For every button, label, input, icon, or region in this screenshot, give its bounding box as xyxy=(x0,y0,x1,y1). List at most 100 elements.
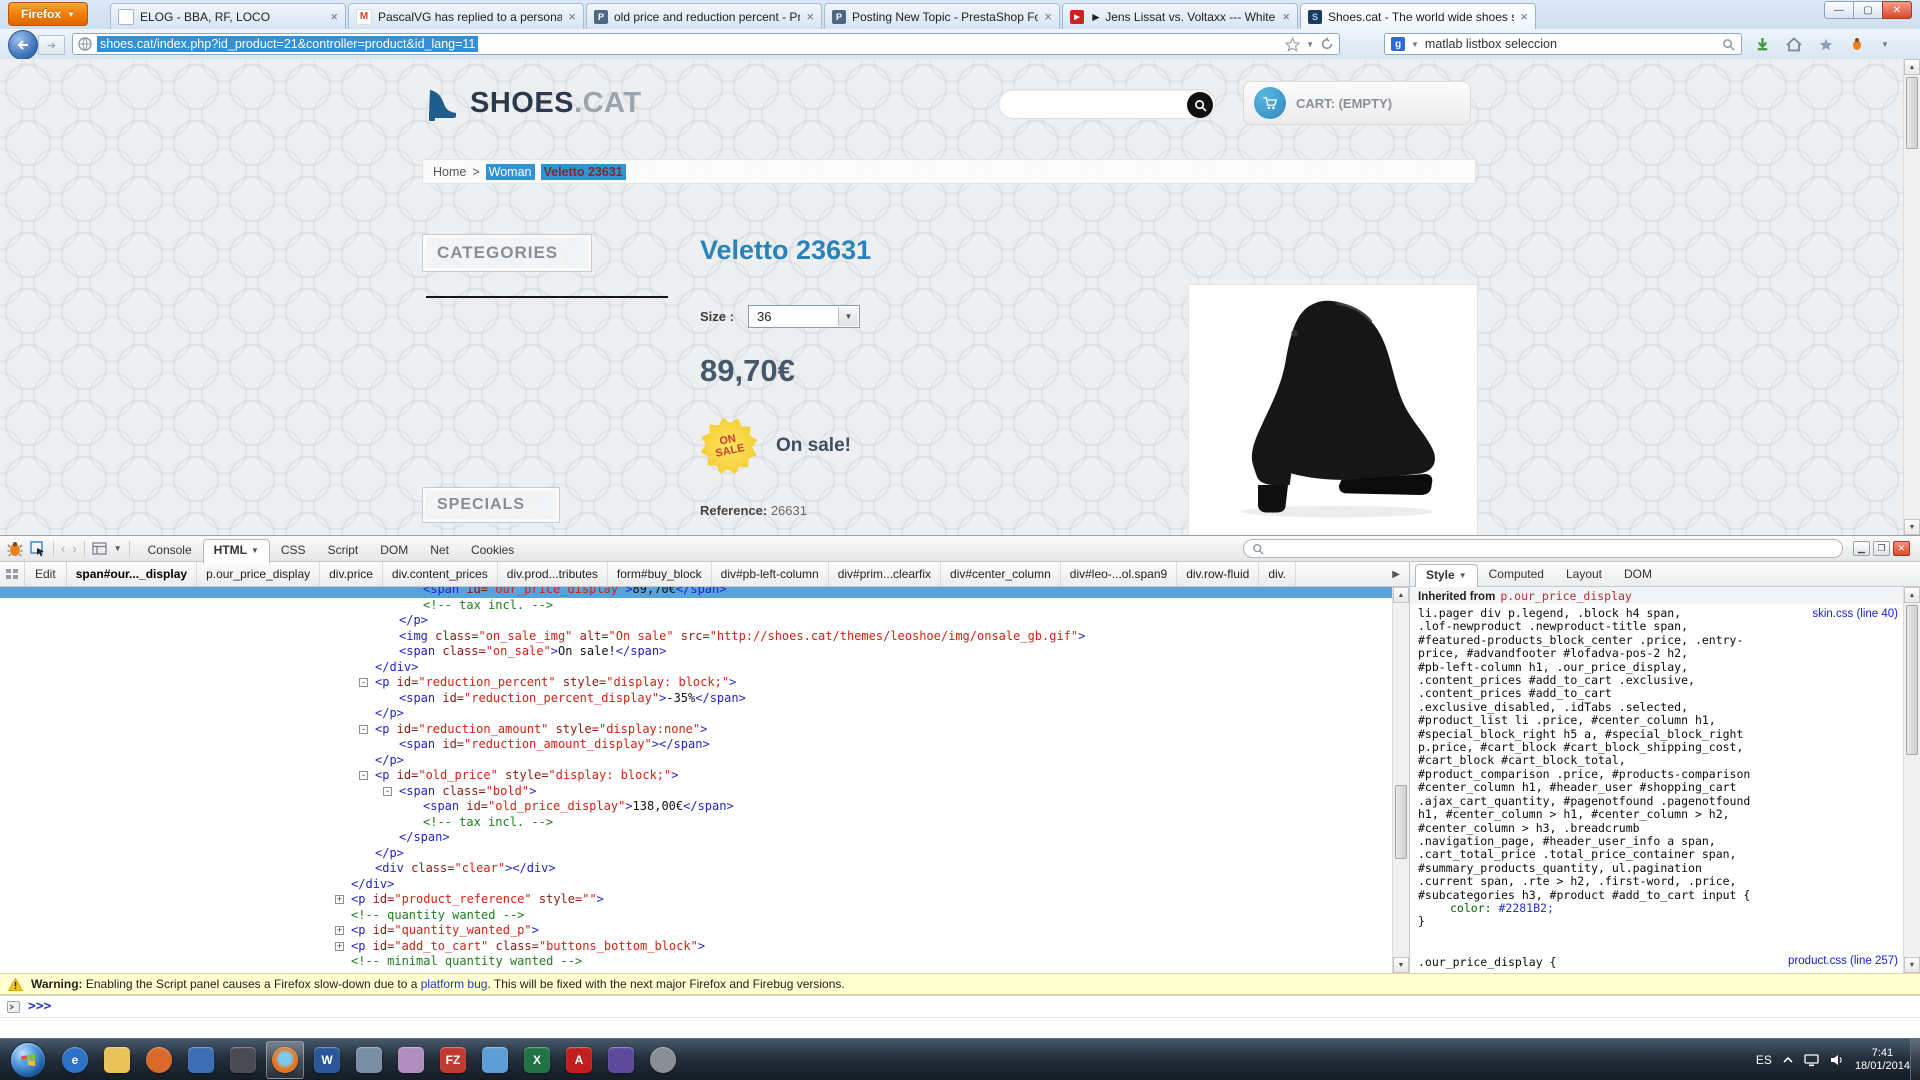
firebug-tab-net[interactable]: Net xyxy=(419,539,460,561)
taskbar-app-word[interactable]: W xyxy=(308,1041,346,1079)
history-forward-icon[interactable]: › xyxy=(72,541,76,556)
html-tree-line[interactable]: </div> xyxy=(0,660,1392,676)
firebug-tab-html[interactable]: HTML ▼ xyxy=(202,539,270,563)
html-tree-line[interactable]: <img class="on_sale_img" alt="On sale" s… xyxy=(0,629,1392,645)
style-panel-tab-style[interactable]: Style ▼ xyxy=(1415,564,1478,588)
tab-close-icon[interactable]: × xyxy=(1520,10,1528,23)
start-button[interactable] xyxy=(10,1042,46,1078)
bookmark-star-icon[interactable] xyxy=(1285,36,1301,52)
taskbar-app-paint[interactable] xyxy=(392,1041,430,1079)
dom-path-item[interactable]: form#buy_block xyxy=(608,562,712,586)
site-logo[interactable]: SHOES.CAT xyxy=(422,83,642,123)
taskbar-app-gimp[interactable] xyxy=(644,1041,682,1079)
css-file-link[interactable]: skin.css (line 40) xyxy=(1812,608,1898,620)
firebug-detach-button[interactable]: ❐ xyxy=(1873,541,1890,556)
dom-path-item[interactable]: div#center_column xyxy=(941,562,1061,586)
show-desktop-button[interactable] xyxy=(1910,1039,1920,1080)
firebug-tab-console[interactable]: Console xyxy=(137,539,203,561)
platform-bug-link[interactable]: platform bug xyxy=(421,977,488,991)
search-engine-icon[interactable] xyxy=(1391,37,1405,51)
next-css-rule[interactable]: .our_price_display { xyxy=(1418,955,1556,969)
html-tree-line[interactable]: - <span class="bold"> xyxy=(0,784,1392,800)
scroll-down-icon[interactable]: ▼ xyxy=(1904,519,1920,535)
dom-path-item[interactable]: div#prim...clearfix xyxy=(829,562,942,586)
dom-path-item[interactable]: div. xyxy=(1259,562,1297,586)
panel-list-icon[interactable] xyxy=(92,542,107,555)
browser-tab[interactable]: Posting New Topic - PrestaShop Foru... × xyxy=(824,3,1060,29)
url-text-selected[interactable]: shoes.cat/index.php?id_product=21&contro… xyxy=(97,36,479,52)
browser-tab[interactable]: Shoes.cat - The world wide shoes store × xyxy=(1300,3,1536,29)
taskbar-app-windows-explorer[interactable] xyxy=(98,1041,136,1079)
bookmarks-menu-button[interactable] xyxy=(1816,34,1836,54)
html-tree-line[interactable]: </p> xyxy=(0,846,1392,862)
chevron-down-icon[interactable]: ▼ xyxy=(114,544,122,553)
firebug-tab-dom[interactable]: DOM xyxy=(369,539,419,561)
dom-path-item[interactable]: div.row-fluid xyxy=(1177,562,1260,586)
html-tree-line[interactable]: + <p id="add_to_cart" class="buttons_bott… xyxy=(0,939,1392,955)
url-dropdown-icon[interactable]: ▼ xyxy=(1306,40,1314,49)
breadcrumb-home[interactable]: Home xyxy=(433,165,466,179)
html-tree-line[interactable]: <!-- tax incl. --> xyxy=(0,815,1392,831)
network-monitor-icon[interactable] xyxy=(1804,1053,1819,1067)
minimize-button[interactable]: — xyxy=(1824,1,1854,19)
history-back-icon[interactable]: ‹ xyxy=(61,541,65,556)
volume-icon[interactable] xyxy=(1830,1054,1844,1066)
browser-tab[interactable]: PascalVG has replied to a personal co...… xyxy=(348,3,584,29)
back-button[interactable] xyxy=(8,30,38,60)
search-icon[interactable] xyxy=(1722,38,1735,51)
dom-path-item[interactable]: div#leo-...ol.span9 xyxy=(1061,562,1178,586)
style-panel-scrollbar[interactable]: ▲ ▼ xyxy=(1903,587,1920,973)
expand-icon[interactable]: + xyxy=(335,926,344,935)
edit-button[interactable]: Edit xyxy=(24,562,67,586)
firebug-search-input[interactable] xyxy=(1270,540,1834,557)
search-query-text[interactable]: matlab listbox seleccion xyxy=(1425,37,1557,51)
browser-tab[interactable]: old price and reduction percent - Pre...… xyxy=(586,3,822,29)
collapse-icon[interactable]: - xyxy=(359,678,368,687)
html-tree-scrollbar[interactable]: ▲ ▼ xyxy=(1392,587,1409,973)
maximize-button[interactable]: ▢ xyxy=(1853,1,1883,19)
taskbar-app-app-blue[interactable] xyxy=(182,1041,220,1079)
html-tree-line[interactable]: <!-- tax incl. --> xyxy=(0,598,1392,614)
expand-icon[interactable]: + xyxy=(335,895,344,904)
html-tree-line[interactable]: <div class="clear"></div> xyxy=(0,861,1392,877)
dom-path-item[interactable]: div.prod...tributes xyxy=(498,562,608,586)
scroll-down-icon[interactable]: ▼ xyxy=(1904,957,1920,973)
html-tree-line[interactable]: - <p id="reduction_amount" style="display… xyxy=(0,722,1392,738)
forward-button[interactable]: ➜ xyxy=(38,35,65,55)
firebug-minimize-button[interactable]: ▁ xyxy=(1853,541,1870,556)
style-panel-tab-computed[interactable]: Computed xyxy=(1478,563,1555,585)
scroll-up-icon[interactable]: ▲ xyxy=(1904,587,1920,603)
taskbar-app-app-dark[interactable] xyxy=(224,1041,262,1079)
html-tree-line[interactable]: </p> xyxy=(0,753,1392,769)
tab-close-icon[interactable]: × xyxy=(568,10,576,23)
html-tree-line[interactable]: </p> xyxy=(0,706,1392,722)
html-tree-line[interactable]: - <p id="reduction_percent" style="displa… xyxy=(0,675,1392,691)
style-scrollbar-thumb[interactable] xyxy=(1906,605,1918,755)
css-property-name[interactable]: color: xyxy=(1450,901,1492,915)
taskbar-app-notepad[interactable] xyxy=(476,1041,514,1079)
tray-expand-icon[interactable] xyxy=(1783,1056,1793,1064)
firefox-menu-button[interactable]: Firefox ▼ xyxy=(8,2,88,26)
html-tree-line[interactable]: <span id="our_price_display">89,70€</spa… xyxy=(0,587,1392,598)
css-file-link-2[interactable]: product.css (line 257) xyxy=(1788,955,1898,967)
options-grid-icon[interactable] xyxy=(5,568,19,580)
dom-path-item[interactable]: span#our..._display xyxy=(67,562,198,586)
firebug-close-button[interactable]: ✕ xyxy=(1893,541,1910,556)
select-dropdown-icon[interactable]: ▼ xyxy=(837,307,858,326)
css-property-value[interactable]: #2281B2; xyxy=(1498,901,1553,915)
taskbar-app-photo-viewer[interactable] xyxy=(350,1041,388,1079)
html-tree-line[interactable]: <span id="reduction_percent_display">-35… xyxy=(0,691,1392,707)
scroll-up-icon[interactable]: ▲ xyxy=(1393,587,1409,603)
html-tree-line[interactable]: + <p id="quantity_wanted_p"> xyxy=(0,923,1392,939)
product-image[interactable] xyxy=(1188,284,1478,535)
html-tree-line[interactable]: + <p id="product_reference" style=""> xyxy=(0,892,1392,908)
firebug-search-box[interactable] xyxy=(1243,539,1843,558)
site-search-input[interactable] xyxy=(998,89,1216,119)
tab-close-icon[interactable]: × xyxy=(1044,10,1052,23)
url-bar[interactable]: shoes.cat/index.php?id_product=21&contro… xyxy=(72,33,1340,55)
inspect-element-icon[interactable] xyxy=(30,540,46,557)
css-rule-selectors[interactable]: li.pager div p.legend, .block h4 span, .… xyxy=(1410,604,1920,902)
collapse-icon[interactable]: - xyxy=(359,724,368,734)
path-overflow-icon[interactable]: ▶ xyxy=(1392,569,1404,580)
browser-tab[interactable]: ELOG - BBA, RF, LOCO × xyxy=(110,3,346,29)
